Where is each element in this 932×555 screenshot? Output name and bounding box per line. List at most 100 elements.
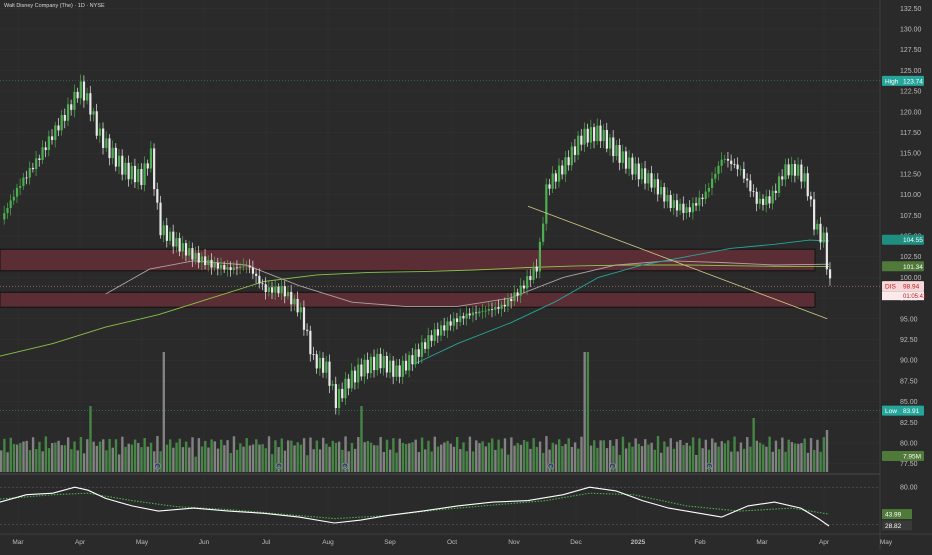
candle-body — [618, 145, 621, 163]
candle-body — [261, 283, 264, 285]
volume-bar — [695, 454, 698, 472]
candle-body — [813, 199, 816, 230]
candle-body — [204, 256, 207, 266]
candle-body — [15, 187, 19, 197]
volume-bar — [580, 436, 583, 472]
price-tick-label: 82.50 — [900, 420, 918, 427]
volume-bar — [554, 444, 558, 472]
volume-bar — [309, 437, 312, 472]
volume-bar — [6, 452, 9, 472]
volume-bar — [720, 441, 723, 472]
event-marker-label: E — [611, 464, 614, 469]
price-tick-label: 95.00 — [900, 316, 918, 323]
candle-body — [787, 164, 790, 176]
volume-bar — [137, 442, 140, 472]
candle-body — [331, 384, 334, 386]
volume-bar — [819, 451, 822, 472]
oscillator-main-value: 43.99 — [885, 512, 902, 519]
volume-bar — [398, 438, 401, 472]
volume-bar — [322, 437, 325, 472]
candle-body — [6, 208, 9, 214]
candle-body — [121, 155, 124, 175]
candle-body — [490, 309, 494, 310]
volume-bar — [296, 442, 299, 472]
price-chart[interactable]: 132.50 130.00 127.50 125.00 122.50 120.00 117.… — [0, 0, 932, 550]
candle-body — [334, 384, 337, 409]
candle-body — [63, 114, 66, 121]
volume-bar — [682, 445, 685, 472]
volume-bar — [25, 440, 28, 472]
candle-body — [309, 330, 312, 355]
volume-bar — [452, 446, 456, 472]
candle-body — [567, 157, 570, 166]
candle-body — [350, 370, 353, 389]
volume-bar — [781, 437, 784, 472]
candle-body — [455, 318, 459, 323]
volume-bar — [424, 449, 427, 472]
volume-bar — [395, 452, 398, 472]
candle-body — [459, 315, 462, 323]
candle-body — [420, 342, 424, 357]
price-tick-label: 102.50 — [900, 254, 922, 261]
candle-body — [229, 267, 232, 271]
candle-body — [532, 266, 535, 280]
candle-body — [506, 298, 510, 307]
candle-body — [357, 364, 360, 383]
volume-bar — [108, 438, 111, 472]
volume-bar — [232, 436, 236, 472]
candle-body — [184, 243, 188, 256]
volume-bar — [47, 448, 51, 472]
candle-body — [328, 361, 331, 386]
volume-bar — [149, 442, 153, 472]
last-price-tag-label: DIS — [885, 284, 897, 291]
candle-body — [784, 164, 787, 180]
candle-body — [223, 265, 226, 270]
candle-body — [593, 127, 596, 142]
high-price-tag-label: High — [885, 78, 899, 85]
oscillator-signal-line — [0, 492, 830, 520]
candle-body — [819, 223, 822, 243]
candle-body — [650, 173, 653, 188]
candle-body — [797, 164, 800, 176]
last-price-tag-value: 98.94 — [903, 284, 920, 291]
candle-body — [583, 128, 586, 145]
price-tick-label: 107.50 — [900, 213, 922, 220]
candle-body — [736, 164, 739, 170]
candle-body — [267, 287, 271, 293]
candle-body — [720, 159, 723, 166]
volume-bar — [440, 444, 443, 472]
volume-bar — [162, 352, 166, 472]
low-price-tag-value: 83.91 — [903, 408, 920, 415]
volume-bar — [726, 440, 730, 472]
candle-body — [723, 158, 726, 160]
chart-area[interactable]: 132.50 130.00 127.50 125.00 122.50 120.00 117.… — [0, 0, 932, 550]
candle-body — [283, 286, 286, 297]
volume-bar — [564, 444, 567, 472]
volume-bar — [373, 445, 376, 472]
volume-bar — [133, 439, 137, 472]
volume-bar — [168, 439, 172, 472]
volume-bar — [414, 439, 417, 472]
volume-bar — [299, 444, 303, 472]
volume-bar — [35, 449, 38, 472]
volume-bar — [675, 441, 679, 472]
volume-bar — [806, 452, 810, 472]
candle-body — [162, 225, 165, 236]
candle-body — [659, 187, 663, 195]
candle-body — [191, 248, 194, 260]
volume-bar — [385, 439, 389, 472]
candle-body — [385, 356, 388, 373]
candle-body — [478, 311, 481, 314]
volume-bar — [822, 437, 826, 472]
candle-body — [771, 190, 774, 204]
volume-bar — [494, 449, 497, 472]
volume-bar — [691, 437, 695, 472]
candle-body — [181, 243, 184, 252]
candle-body — [207, 259, 210, 266]
candle-body — [554, 173, 557, 182]
event-marker-label: E — [550, 464, 553, 469]
candle-body — [669, 195, 672, 208]
candle-body — [628, 157, 631, 169]
candle-body — [366, 359, 369, 374]
candle-body — [679, 203, 682, 211]
